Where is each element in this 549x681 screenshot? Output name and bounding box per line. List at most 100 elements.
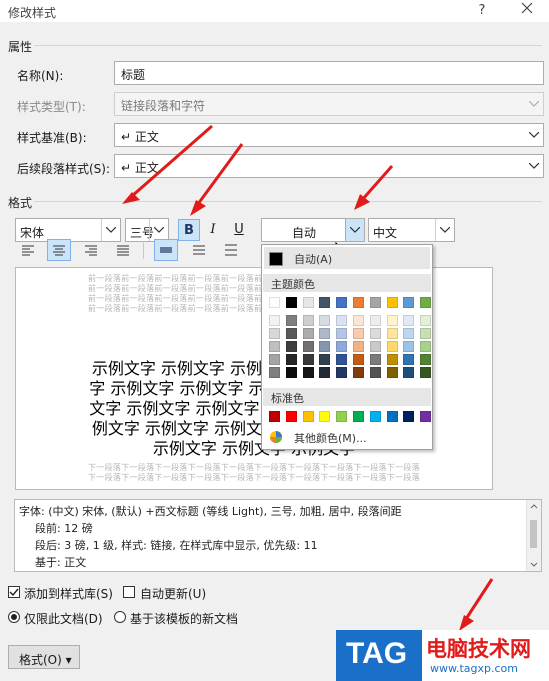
color-swatch[interactable] <box>319 354 331 365</box>
color-swatch[interactable] <box>302 411 314 422</box>
color-swatch[interactable] <box>269 297 280 308</box>
color-swatch[interactable] <box>336 297 348 308</box>
color-swatch[interactable] <box>353 328 364 339</box>
color-swatch[interactable] <box>269 367 280 378</box>
color-swatch[interactable] <box>336 328 348 339</box>
color-swatch[interactable] <box>302 315 314 326</box>
close-icon[interactable] <box>517 2 537 20</box>
color-swatch[interactable] <box>336 367 348 378</box>
color-swatch[interactable] <box>302 297 314 308</box>
new-docs-template-radio[interactable] <box>114 611 126 623</box>
description-scrollbar[interactable] <box>526 500 541 571</box>
double-spacing-button[interactable] <box>219 239 243 261</box>
color-swatch[interactable] <box>369 367 381 378</box>
color-swatch[interactable] <box>319 315 331 326</box>
color-swatch[interactable] <box>420 367 432 378</box>
color-swatch[interactable] <box>269 315 280 326</box>
color-swatch[interactable] <box>369 341 381 352</box>
color-swatch[interactable] <box>353 341 364 352</box>
help-icon[interactable]: ? <box>472 2 492 20</box>
color-swatch[interactable] <box>386 315 398 326</box>
color-swatch[interactable] <box>269 341 280 352</box>
color-swatch[interactable] <box>420 315 432 326</box>
color-swatch[interactable] <box>353 354 364 365</box>
color-swatch[interactable] <box>403 328 415 339</box>
chevron-down-icon[interactable] <box>525 155 543 177</box>
color-swatch[interactable] <box>319 411 331 422</box>
chevron-down-icon[interactable] <box>525 124 543 146</box>
color-swatch[interactable] <box>420 354 432 365</box>
underline-button[interactable]: U <box>228 219 250 241</box>
color-swatch[interactable] <box>353 367 364 378</box>
color-swatch[interactable] <box>269 354 280 365</box>
single-spacing-button[interactable] <box>154 239 178 261</box>
name-field[interactable]: 标题 <box>114 61 544 85</box>
color-swatch[interactable] <box>285 341 297 352</box>
chevron-down-icon[interactable] <box>345 219 364 241</box>
color-swatch[interactable] <box>420 411 432 422</box>
color-swatch[interactable] <box>269 328 280 339</box>
color-swatch[interactable] <box>336 354 348 365</box>
color-swatch[interactable] <box>403 367 415 378</box>
color-swatch[interactable] <box>285 328 297 339</box>
add-to-gallery-checkbox[interactable] <box>8 586 20 598</box>
color-swatch[interactable] <box>285 367 297 378</box>
color-swatch[interactable] <box>386 328 398 339</box>
color-swatch[interactable] <box>386 411 398 422</box>
color-swatch[interactable] <box>285 354 297 365</box>
justify-button[interactable] <box>111 239 135 261</box>
color-swatch[interactable] <box>369 411 381 422</box>
color-swatch[interactable] <box>386 297 398 308</box>
color-swatch[interactable] <box>369 315 381 326</box>
chevron-down-icon[interactable] <box>101 219 120 241</box>
color-swatch[interactable] <box>285 411 297 422</box>
color-swatch[interactable] <box>336 341 348 352</box>
color-swatch[interactable] <box>319 367 331 378</box>
one-half-spacing-button[interactable] <box>187 239 211 261</box>
color-swatch[interactable] <box>285 315 297 326</box>
color-swatch[interactable] <box>403 297 415 308</box>
color-swatch[interactable] <box>302 341 314 352</box>
color-swatch[interactable] <box>336 411 348 422</box>
align-right-button[interactable] <box>79 239 103 261</box>
color-swatch[interactable] <box>369 328 381 339</box>
color-swatch[interactable] <box>403 341 415 352</box>
chevron-down-icon[interactable] <box>149 219 168 241</box>
color-swatch[interactable] <box>420 328 432 339</box>
color-swatch[interactable] <box>319 341 331 352</box>
script-select[interactable]: 中文 <box>368 218 455 242</box>
chevron-down-icon[interactable] <box>435 219 454 241</box>
color-swatch[interactable] <box>302 367 314 378</box>
color-swatch[interactable] <box>353 297 364 308</box>
color-swatch[interactable] <box>319 328 331 339</box>
auto-update-checkbox[interactable] <box>123 586 135 598</box>
auto-color-option[interactable]: 自动(A) <box>264 247 430 269</box>
color-swatch[interactable] <box>336 315 348 326</box>
more-colors-option[interactable]: 其他颜色(M)... <box>264 427 430 447</box>
color-swatch[interactable] <box>420 297 432 308</box>
next-paragraph-text: 下一段落下一段落下一段落下一段落下一段落下一段落下一段落下一段落下一段落下一段落 <box>88 463 420 472</box>
color-swatch[interactable] <box>369 297 381 308</box>
color-swatch[interactable] <box>403 354 415 365</box>
color-swatch[interactable] <box>420 341 432 352</box>
color-swatch[interactable] <box>403 315 415 326</box>
format-menu-button[interactable]: 格式(O) ▾ <box>8 645 80 669</box>
color-swatch[interactable] <box>319 297 331 308</box>
color-swatch[interactable] <box>285 297 297 308</box>
align-center-button[interactable] <box>47 239 71 261</box>
only-this-document-radio[interactable] <box>8 611 20 623</box>
color-swatch[interactable] <box>403 411 415 422</box>
color-swatch[interactable] <box>386 354 398 365</box>
color-swatch[interactable] <box>269 411 280 422</box>
color-swatch[interactable] <box>302 354 314 365</box>
align-left-button[interactable] <box>16 239 40 261</box>
italic-button[interactable]: I <box>202 219 224 241</box>
color-swatch[interactable] <box>386 367 398 378</box>
color-swatch[interactable] <box>353 411 364 422</box>
bold-button[interactable]: B <box>178 219 200 241</box>
font-color-select[interactable]: 自动 <box>261 218 365 242</box>
color-swatch[interactable] <box>353 315 364 326</box>
color-swatch[interactable] <box>369 354 381 365</box>
color-swatch[interactable] <box>302 328 314 339</box>
color-swatch[interactable] <box>386 341 398 352</box>
